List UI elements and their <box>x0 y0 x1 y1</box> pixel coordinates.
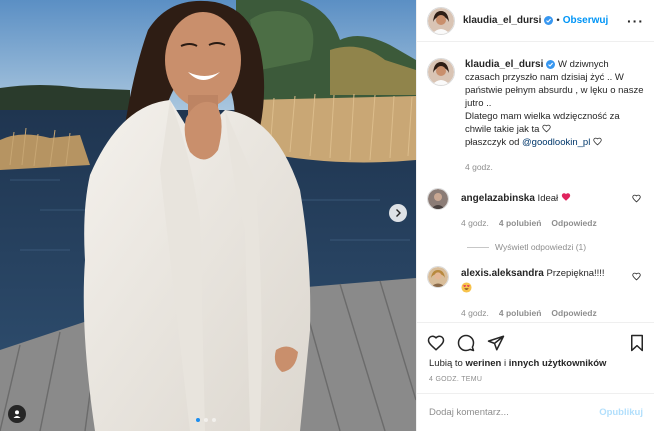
heart-icon[interactable] <box>632 194 641 203</box>
comment-likes[interactable]: 4 polubień <box>499 307 542 319</box>
post-timestamp[interactable]: 4 GODZ. TEMU <box>429 376 482 383</box>
comment-username[interactable]: angelazabinska <box>461 193 535 204</box>
follow-button[interactable]: Obserwuj <box>563 15 609 26</box>
add-comment-bar: Opublikuj <box>417 393 654 431</box>
view-replies-line <box>467 246 489 248</box>
save-button[interactable] <box>629 334 645 352</box>
comment-username[interactable]: alexis.aleksandra <box>461 268 544 279</box>
comments-list[interactable]: klaudia_el_dursi W dziwnych czasach przy… <box>417 43 654 319</box>
post-actions <box>417 322 654 362</box>
post-comment-button[interactable]: Opublikuj <box>599 407 643 418</box>
heart-icon <box>427 334 445 351</box>
likes-middle: i <box>501 358 509 369</box>
avatar-image <box>428 59 454 85</box>
user-tag-icon <box>13 410 21 418</box>
comment-text: Ideał <box>534 193 561 204</box>
avatar-image <box>428 7 454 34</box>
carousel-dots <box>196 418 216 422</box>
heart-icon <box>542 124 551 133</box>
caption-mention-link[interactable]: @goodlookin_pl <box>522 137 590 148</box>
caption-text: płaszczyk od <box>465 137 523 148</box>
comment-time[interactable]: 4 godz. <box>461 307 489 319</box>
carousel-dot <box>204 418 208 422</box>
post-photo[interactable] <box>0 0 416 431</box>
carousel-dot <box>212 418 216 422</box>
heart-icon <box>593 137 602 146</box>
comment-likes[interactable]: 4 polubień <box>499 217 542 229</box>
reply-button[interactable]: Odpowiedz <box>551 217 596 229</box>
caption-time[interactable]: 4 godz. <box>465 161 493 174</box>
reply-button[interactable]: Odpowiedz <box>551 307 596 319</box>
avatar[interactable] <box>427 266 449 288</box>
avatar[interactable] <box>427 6 455 35</box>
like-button[interactable] <box>427 334 445 352</box>
caption-username[interactable]: klaudia_el_dursi <box>465 59 543 70</box>
heart-eyes-emoji-icon <box>461 282 472 293</box>
more-options-button[interactable]: ··· <box>627 13 644 29</box>
avatar-image <box>428 267 448 287</box>
avatar-image <box>428 189 448 209</box>
heart-icon[interactable] <box>632 272 641 281</box>
view-replies-button[interactable]: Wyświetl odpowiedzi (1) <box>467 242 654 252</box>
likes-user-link[interactable]: werinen <box>465 358 501 369</box>
avatar[interactable] <box>427 188 449 210</box>
post-side-panel: klaudia_el_dursi • Obserwuj ··· klaudia_… <box>416 0 654 431</box>
comment-input[interactable] <box>429 407 600 418</box>
post-caption: klaudia_el_dursi W dziwnych czasach przy… <box>417 43 654 174</box>
carousel-dot <box>196 418 200 422</box>
comment-text: Przepiękna!!!! <box>543 268 605 279</box>
avatar[interactable] <box>427 58 455 86</box>
photo-illustration <box>0 0 416 431</box>
likes-others-link[interactable]: innych użytkowników <box>509 358 607 369</box>
likes-prefix: Lubią to <box>429 358 466 369</box>
user-tag-button[interactable] <box>8 405 26 423</box>
post-header: klaudia_el_dursi • Obserwuj ··· <box>417 0 654 42</box>
likes-summary: Lubią to werinen i innych użytkowników <box>429 358 606 369</box>
header-separator: • <box>556 15 560 26</box>
verified-icon <box>544 16 554 25</box>
share-icon <box>487 335 505 350</box>
bookmark-icon <box>631 334 643 351</box>
header-username[interactable]: klaudia_el_dursi <box>463 15 541 26</box>
chevron-right-icon <box>396 209 401 217</box>
red-heart-emoji-icon <box>561 193 570 201</box>
comment-item: alexis.aleksandra Przepiękna!!!! 4 godz.… <box>417 266 654 319</box>
next-slide-button[interactable] <box>389 204 407 222</box>
view-replies-label: Wyświetl odpowiedzi (1) <box>495 242 587 252</box>
share-button[interactable] <box>487 334 505 352</box>
comment-button[interactable] <box>457 334 475 352</box>
comment-icon <box>457 334 475 351</box>
comment-time[interactable]: 4 godz. <box>461 217 489 229</box>
comment-item: angelazabinska Ideał 4 godz. 4 polubień … <box>417 188 654 229</box>
